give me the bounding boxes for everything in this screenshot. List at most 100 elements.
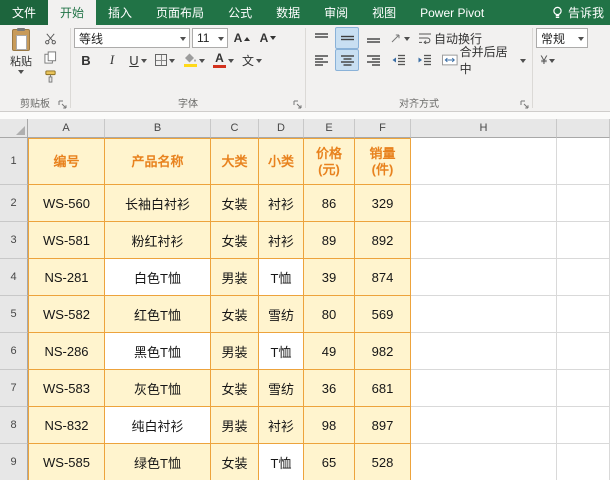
empty-cell[interactable]	[411, 222, 557, 259]
table-cell[interactable]: WS-560	[28, 185, 105, 222]
table-cell[interactable]: 39	[304, 259, 355, 296]
increase-indent-button[interactable]	[413, 49, 437, 71]
table-cell[interactable]: 86	[304, 185, 355, 222]
table-cell[interactable]: 衬衫	[259, 222, 304, 259]
tab-power-pivot[interactable]: Power Pivot	[408, 0, 496, 25]
clipboard-dialog-launcher[interactable]	[57, 99, 68, 110]
table-cell[interactable]: 89	[304, 222, 355, 259]
empty-cell[interactable]	[557, 407, 610, 444]
row-header-5[interactable]: 5	[0, 296, 28, 333]
table-cell[interactable]: 长袖白衬衫	[105, 185, 211, 222]
table-cell[interactable]: WS-583	[28, 370, 105, 407]
empty-cell[interactable]	[411, 138, 557, 185]
empty-cell[interactable]	[557, 222, 610, 259]
table-cell[interactable]: 女装	[211, 185, 259, 222]
empty-cell[interactable]	[557, 259, 610, 296]
increase-font-size-button[interactable]: A	[230, 27, 254, 49]
table-cell[interactable]: 897	[355, 407, 411, 444]
table-cell[interactable]: 白色T恤	[105, 259, 211, 296]
orientation-button[interactable]	[387, 27, 413, 49]
table-cell[interactable]: WS-581	[28, 222, 105, 259]
row-header-3[interactable]: 3	[0, 222, 28, 259]
table-cell[interactable]: 衬衫	[259, 407, 304, 444]
table-cell[interactable]: 纯白衬衫	[105, 407, 211, 444]
fill-color-button[interactable]	[180, 49, 208, 71]
select-all-button[interactable]	[0, 119, 28, 138]
table-cell[interactable]: T恤	[259, 444, 304, 480]
table-cell[interactable]: 98	[304, 407, 355, 444]
cut-button[interactable]	[39, 30, 61, 47]
row-header-8[interactable]: 8	[0, 407, 28, 444]
table-cell[interactable]: 男装	[211, 333, 259, 370]
table-cell[interactable]: 892	[355, 222, 411, 259]
table-cell[interactable]: 女装	[211, 370, 259, 407]
table-cell[interactable]: 男装	[211, 407, 259, 444]
row-header-2[interactable]: 2	[0, 185, 28, 222]
font-size-combo[interactable]: 11	[192, 28, 228, 48]
empty-cell[interactable]	[411, 296, 557, 333]
align-middle-button[interactable]	[335, 27, 359, 49]
table-cell[interactable]: NS-281	[28, 259, 105, 296]
tab-data[interactable]: 数据	[264, 0, 312, 25]
table-cell[interactable]: T恤	[259, 333, 304, 370]
column-header-b[interactable]: B	[105, 119, 211, 138]
table-cell[interactable]: NS-286	[28, 333, 105, 370]
column-header-a[interactable]: A	[28, 119, 105, 138]
format-painter-button[interactable]	[39, 68, 61, 85]
empty-cell[interactable]	[411, 185, 557, 222]
decrease-indent-button[interactable]	[387, 49, 411, 71]
font-dialog-launcher[interactable]	[292, 99, 303, 110]
table-cell[interactable]: 65	[304, 444, 355, 480]
align-top-button[interactable]	[309, 27, 333, 49]
empty-cell[interactable]	[557, 444, 610, 480]
table-cell[interactable]: NS-832	[28, 407, 105, 444]
empty-cell[interactable]	[557, 185, 610, 222]
align-left-button[interactable]	[309, 49, 333, 71]
table-header-cell[interactable]: 价格(元)	[304, 138, 355, 185]
table-cell[interactable]: 女装	[211, 296, 259, 333]
table-cell[interactable]: 灰色T恤	[105, 370, 211, 407]
merge-center-button[interactable]: 合并后居中	[439, 45, 529, 76]
align-right-button[interactable]	[361, 49, 385, 71]
column-header-partial[interactable]	[557, 119, 610, 138]
align-center-button[interactable]	[335, 49, 359, 71]
empty-cell[interactable]	[411, 333, 557, 370]
table-cell[interactable]: 874	[355, 259, 411, 296]
number-format-combo[interactable]: 常规	[536, 28, 588, 48]
alignment-dialog-launcher[interactable]	[519, 99, 530, 110]
empty-cell[interactable]	[411, 444, 557, 480]
borders-button[interactable]	[152, 49, 178, 71]
align-bottom-button[interactable]	[361, 27, 385, 49]
table-cell[interactable]: 衬衫	[259, 185, 304, 222]
tab-insert[interactable]: 插入	[96, 0, 144, 25]
tab-review[interactable]: 审阅	[312, 0, 360, 25]
empty-cell[interactable]	[411, 370, 557, 407]
table-cell[interactable]: 红色T恤	[105, 296, 211, 333]
table-cell[interactable]: WS-582	[28, 296, 105, 333]
column-header-f[interactable]: F	[355, 119, 411, 138]
column-header-d[interactable]: D	[259, 119, 304, 138]
tell-me-button[interactable]: 告诉我	[551, 0, 604, 25]
copy-button[interactable]	[39, 49, 61, 66]
row-header-1[interactable]: 1	[0, 138, 28, 185]
paste-button[interactable]: 粘贴	[3, 27, 39, 85]
tab-home[interactable]: 开始	[48, 0, 97, 25]
table-cell[interactable]: 黑色T恤	[105, 333, 211, 370]
table-cell[interactable]: 绿色T恤	[105, 444, 211, 480]
underline-button[interactable]: U	[126, 49, 150, 71]
empty-cell[interactable]	[557, 296, 610, 333]
empty-cell[interactable]	[411, 259, 557, 296]
row-header-9[interactable]: 9	[0, 444, 28, 480]
table-cell[interactable]: 569	[355, 296, 411, 333]
table-cell[interactable]: 女装	[211, 444, 259, 480]
table-header-cell[interactable]: 销量(件)	[355, 138, 411, 185]
table-cell[interactable]: 681	[355, 370, 411, 407]
tab-formulas[interactable]: 公式	[216, 0, 264, 25]
row-header-4[interactable]: 4	[0, 259, 28, 296]
tab-file[interactable]: 文件	[0, 0, 49, 25]
decrease-font-size-button[interactable]: A	[256, 27, 280, 49]
table-cell[interactable]: 80	[304, 296, 355, 333]
phonetic-guide-button[interactable]: 文	[239, 49, 265, 71]
table-cell[interactable]: 329	[355, 185, 411, 222]
font-color-button[interactable]: A	[210, 49, 237, 71]
